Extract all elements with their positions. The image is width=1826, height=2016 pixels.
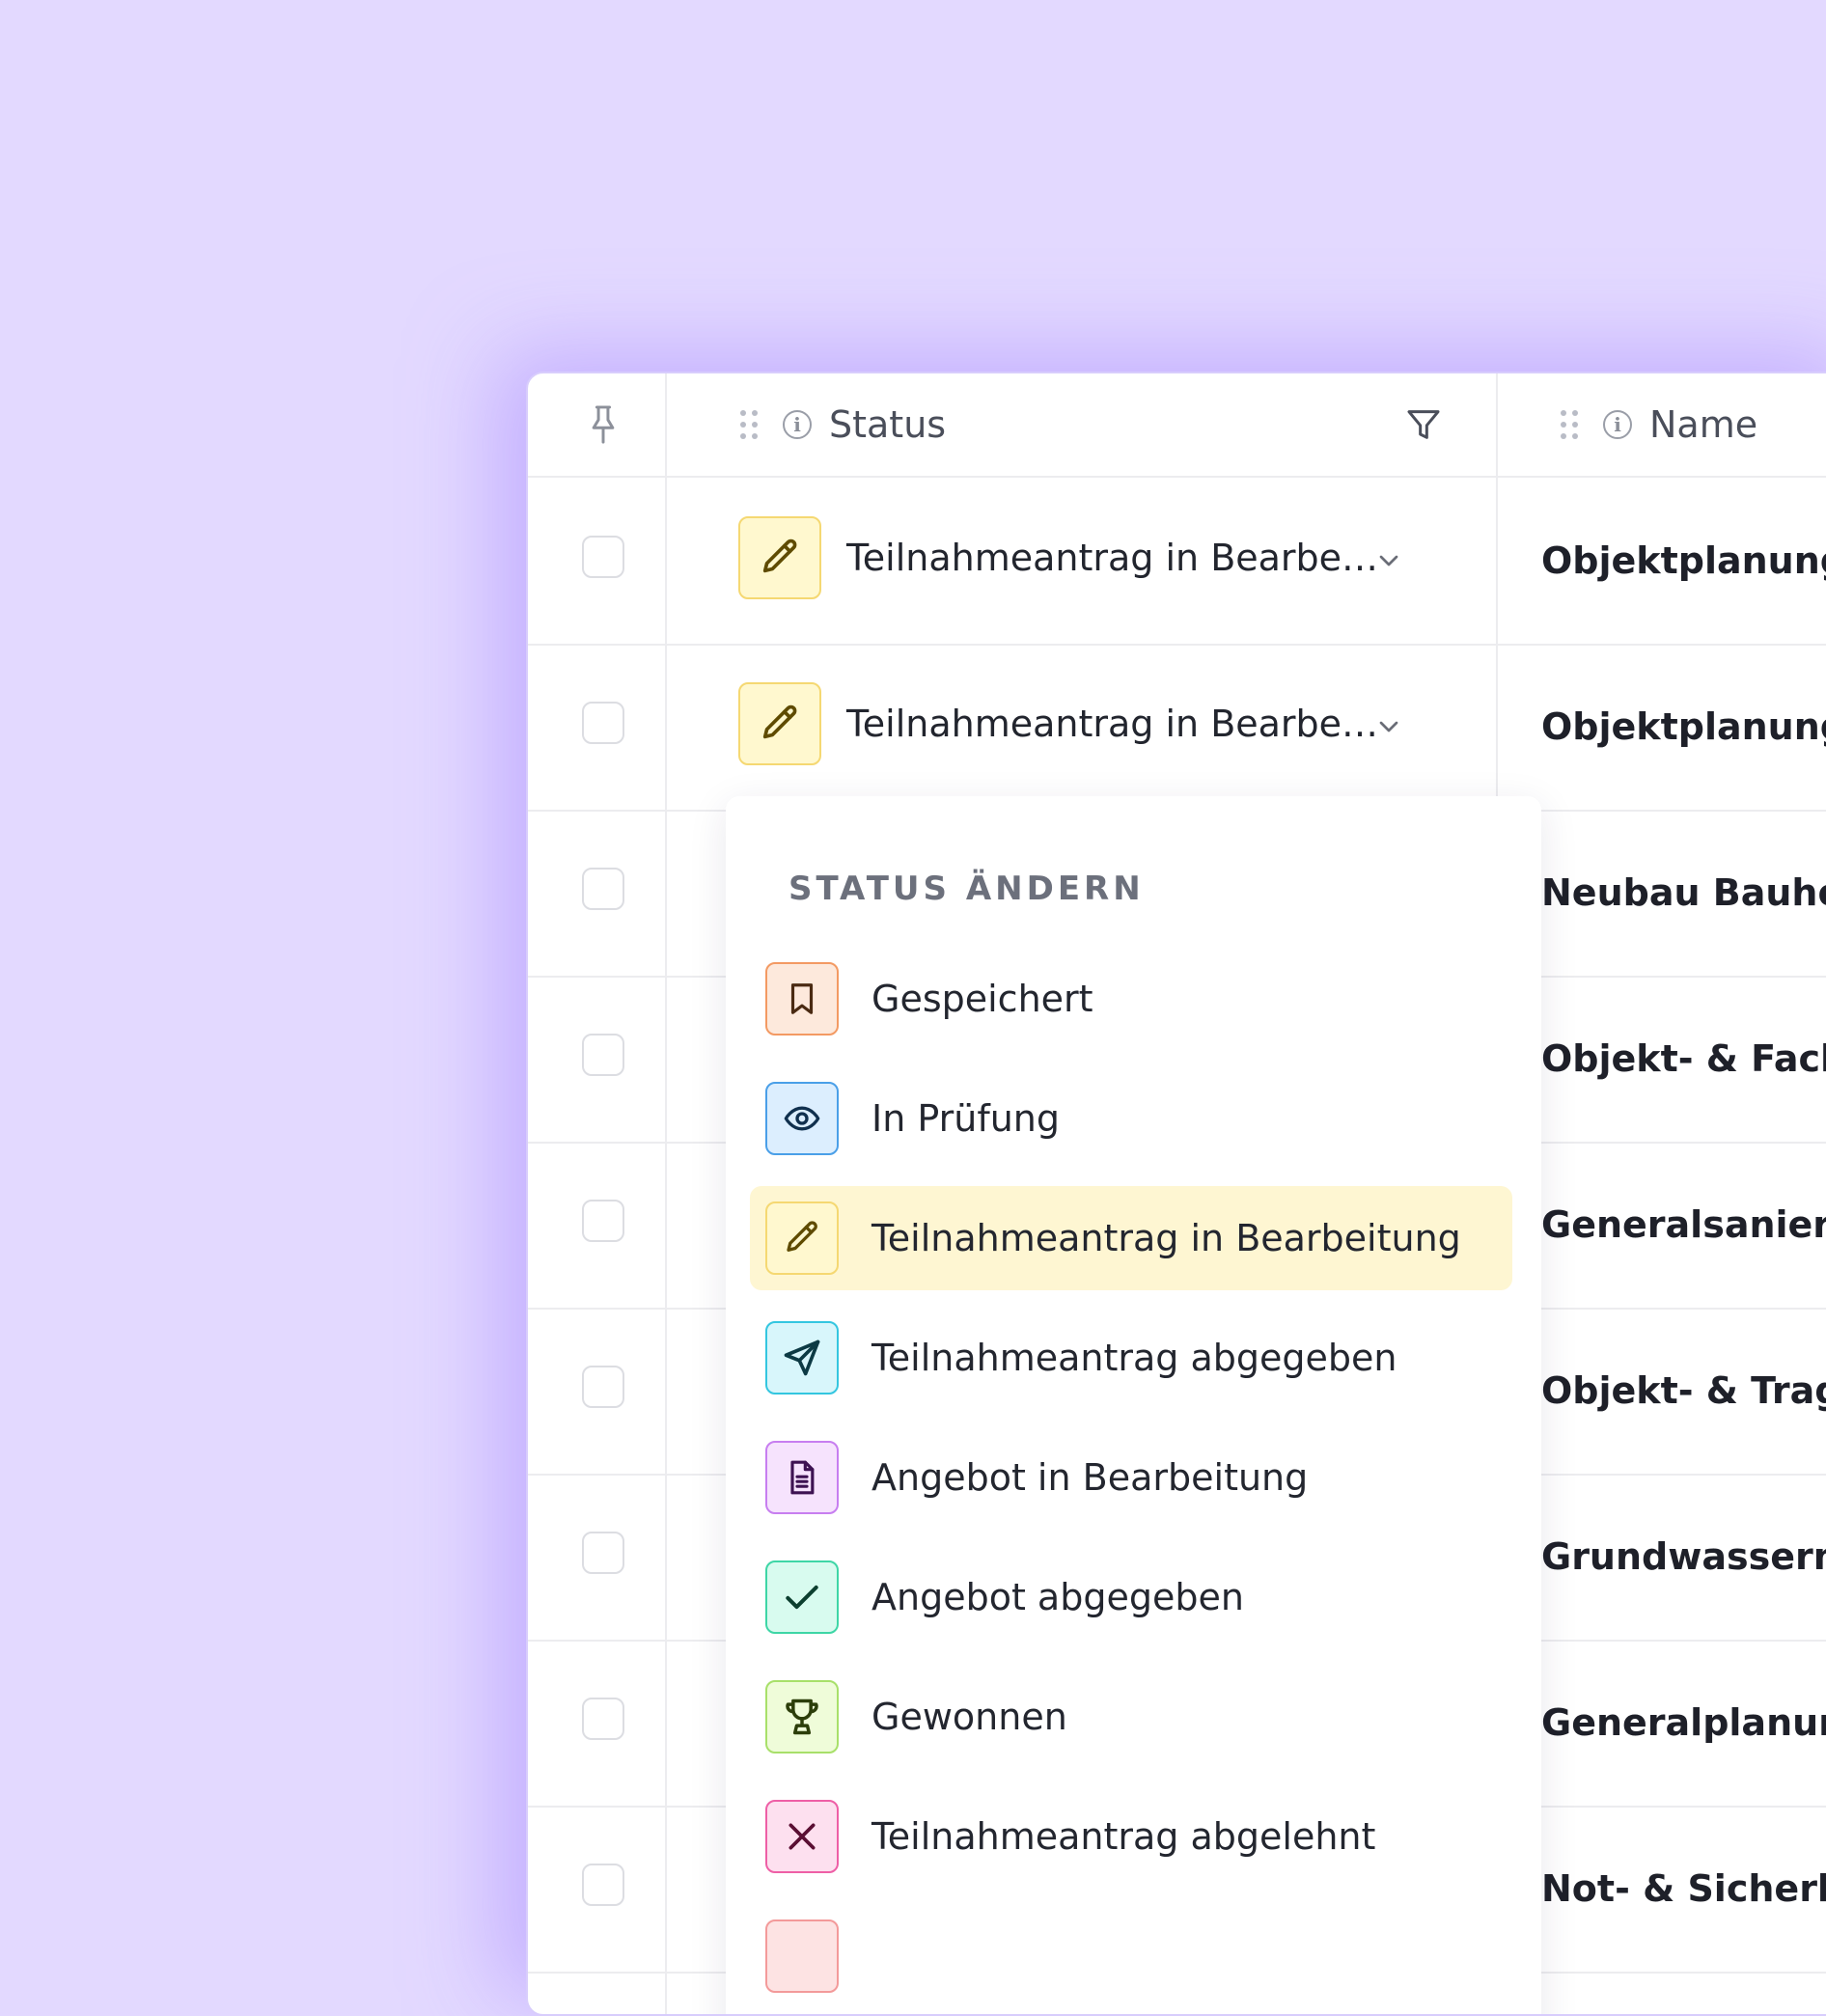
status-table: i Status i Name Teilnahmeantrag in Bearb… bbox=[526, 372, 1826, 2016]
bookmark-icon bbox=[765, 962, 839, 1036]
status-option-teilnahmeantrag-in-bearbeitung[interactable]: Teilnahmeantrag in Bearbeitung bbox=[750, 1186, 1512, 1290]
info-icon[interactable]: i bbox=[783, 410, 812, 439]
status-option-gespeichert[interactable]: Gespeichert bbox=[750, 947, 1512, 1051]
row-checkbox[interactable] bbox=[582, 1200, 624, 1242]
close-icon bbox=[765, 1800, 839, 1873]
row-checkbox[interactable] bbox=[582, 1532, 624, 1574]
row-name[interactable]: Objektplanung (L bbox=[1541, 478, 1826, 644]
pencil-icon bbox=[738, 682, 821, 765]
status-dropdown-menu: STATUS ÄNDERN Gespeichert In Prüfung Tei… bbox=[726, 796, 1541, 2014]
status-option-teilnahmeantrag-abgegeben[interactable]: Teilnahmeantrag abgegeben bbox=[750, 1306, 1512, 1410]
info-icon[interactable]: i bbox=[1603, 410, 1632, 439]
row-checkbox[interactable] bbox=[582, 868, 624, 910]
row-checkbox[interactable] bbox=[582, 1366, 624, 1408]
status-option-in-pruefung[interactable]: In Prüfung bbox=[750, 1066, 1512, 1171]
row-name[interactable]: Grundwassermo bbox=[1541, 1474, 1826, 1640]
option-label: Gespeichert bbox=[872, 978, 1093, 1020]
option-label: Gewonnen bbox=[872, 1696, 1067, 1738]
row-name[interactable]: Neubau Bauhof ( bbox=[1541, 810, 1826, 976]
option-label: Teilnahmeantrag abgegeben bbox=[872, 1337, 1397, 1379]
drag-handle-icon[interactable] bbox=[1561, 410, 1578, 439]
table-row[interactable]: Teilnahmeantrag in Bearbe… Objektplanung… bbox=[528, 478, 1826, 646]
send-icon bbox=[765, 1321, 839, 1395]
row-name[interactable]: Objekt- & Tragwe bbox=[1541, 1308, 1826, 1474]
table-header: i Status i Name bbox=[528, 373, 1826, 478]
option-label: Angebot abgegeben bbox=[872, 1576, 1244, 1618]
status-option-teilnahmeantrag-abgelehnt[interactable]: Teilnahmeantrag abgelehnt bbox=[750, 1784, 1512, 1889]
option-label: Teilnahmeantrag in Bearbeitung bbox=[872, 1217, 1461, 1259]
row-checkbox[interactable] bbox=[582, 1698, 624, 1740]
trophy-icon bbox=[765, 1680, 839, 1754]
pencil-icon bbox=[738, 516, 821, 599]
status-option-angebot-abgegeben[interactable]: Angebot abgegeben bbox=[750, 1545, 1512, 1649]
row-checkbox[interactable] bbox=[582, 702, 624, 744]
status-value: Teilnahmeantrag in Bearbe… bbox=[846, 537, 1379, 579]
row-checkbox[interactable] bbox=[582, 536, 624, 578]
pin-icon bbox=[592, 405, 615, 444]
status-column-header[interactable]: i Status bbox=[740, 373, 946, 476]
drag-handle-icon[interactable] bbox=[740, 410, 758, 439]
status-option-gewonnen[interactable]: Gewonnen bbox=[750, 1665, 1512, 1769]
row-checkbox[interactable] bbox=[582, 1864, 624, 1906]
row-name[interactable]: Objekt- & Fachpl bbox=[1541, 976, 1826, 1142]
check-icon bbox=[765, 1560, 839, 1634]
dropdown-title: STATUS ÄNDERN bbox=[788, 870, 1145, 908]
option-label: In Prüfung bbox=[872, 1097, 1060, 1140]
row-name[interactable]: Generalsanierun bbox=[1541, 1142, 1826, 1308]
pencil-icon bbox=[765, 1201, 839, 1275]
filter-icon bbox=[1407, 410, 1440, 439]
row-name[interactable]: Objektplanung (L bbox=[1541, 644, 1826, 810]
table-row[interactable]: Teilnahmeantrag in Bearbe… Objektplanung… bbox=[528, 644, 1826, 812]
option-label: Angebot in Bearbeitung bbox=[872, 1456, 1309, 1499]
status-filter-button[interactable] bbox=[1404, 373, 1443, 476]
status-option-angebot-in-bearbeitung[interactable]: Angebot in Bearbeitung bbox=[750, 1425, 1512, 1530]
row-name[interactable]: Not- & Sicherheit bbox=[1541, 1806, 1826, 1972]
status-option-partial[interactable] bbox=[750, 1904, 1512, 2008]
status-option-icon bbox=[765, 1919, 839, 1993]
status-value: Teilnahmeantrag in Bearbe… bbox=[846, 703, 1379, 745]
chevron-down-icon[interactable] bbox=[1373, 711, 1404, 742]
status-select[interactable]: Teilnahmeantrag in Bearbe… bbox=[738, 516, 1378, 599]
status-select[interactable]: Teilnahmeantrag in Bearbe… bbox=[738, 682, 1378, 765]
row-checkbox[interactable] bbox=[582, 1034, 624, 1076]
document-icon bbox=[765, 1441, 839, 1514]
option-label: Teilnahmeantrag abgelehnt bbox=[872, 1815, 1376, 1858]
pin-column-button[interactable] bbox=[584, 373, 622, 476]
row-name[interactable]: Generalplanung bbox=[1541, 1640, 1826, 1806]
eye-icon bbox=[765, 1082, 839, 1155]
chevron-down-icon[interactable] bbox=[1373, 545, 1404, 576]
name-column-label: Name bbox=[1649, 403, 1758, 446]
status-column-label: Status bbox=[829, 403, 947, 446]
name-column-header[interactable]: i Name bbox=[1561, 373, 1757, 476]
